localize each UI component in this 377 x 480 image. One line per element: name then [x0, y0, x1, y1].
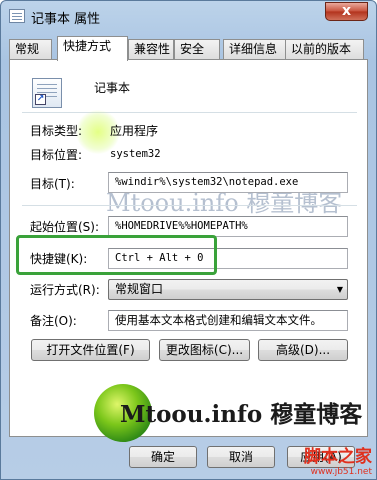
close-button[interactable]: x: [325, 2, 368, 21]
target-location-label: 目标位置:: [30, 148, 83, 162]
title-bar[interactable]: 记事本 属性 x: [1, 1, 376, 31]
target-type-value: 应用程序: [110, 124, 159, 138]
tab-previous-versions[interactable]: 以前的版本: [285, 39, 364, 60]
shortcut-key-input[interactable]: Ctrl + Alt + 0: [108, 248, 348, 269]
open-file-location-button[interactable]: 打开文件位置(F): [31, 339, 150, 361]
site-watermark: 脚本之家 www.jb51.net: [304, 442, 372, 477]
tab-general[interactable]: 常规: [9, 39, 52, 60]
tab-shortcut[interactable]: 快捷方式: [57, 36, 128, 61]
watermark-logo: Mtoou.info 穆童博客: [94, 384, 362, 442]
tab-security[interactable]: 安全: [174, 39, 220, 60]
site-name: 脚本之家: [304, 447, 372, 467]
shortcut-panel: ↗ 记事本 Mtoou.info 穆童博客 目标类型: 应用程序 目标位置: s…: [9, 59, 368, 437]
window-title: 记事本 属性: [31, 12, 101, 27]
change-icon-button[interactable]: 更改图标(C)...: [159, 339, 250, 361]
properties-window: 记事本 属性 x 常规 快捷方式 兼容性 安全 详细信息 以前的版本 ↗ 记事本…: [0, 0, 377, 480]
run-label: 运行方式(R):: [30, 283, 100, 297]
site-url: www.jb51.net: [310, 467, 372, 477]
tab-details[interactable]: 详细信息: [223, 39, 287, 60]
cancel-button[interactable]: 取消: [207, 446, 275, 468]
divider: [22, 205, 357, 206]
run-select[interactable]: 常规窗口 ▼: [108, 279, 348, 300]
shortcut-arrow-icon: ↗: [35, 94, 46, 105]
notepad-icon: [9, 9, 25, 23]
run-select-value: 常规窗口: [115, 282, 164, 296]
comment-input[interactable]: 使用基本文本格式创建和编辑文本文件。: [108, 310, 348, 331]
divider: [22, 112, 357, 113]
start-in-label: 起始位置(S):: [30, 220, 100, 234]
target-type-label: 目标类型:: [30, 124, 83, 138]
target-location-value: system32: [110, 148, 161, 160]
tab-compatibility[interactable]: 兼容性: [128, 39, 174, 60]
start-in-input[interactable]: %HOMEDRIVE%%HOMEPATH%: [108, 216, 348, 237]
target-input[interactable]: %windir%\system32\notepad.exe: [108, 172, 348, 193]
comment-label: 备注(O):: [30, 314, 77, 328]
target-label: 目标(T):: [30, 177, 75, 191]
advanced-button[interactable]: 高级(D)...: [258, 339, 348, 361]
watermark-logo-text: Mtoou.info 穆童博客: [120, 401, 363, 428]
ok-button[interactable]: 确定: [129, 446, 197, 468]
notepad-shortcut-icon: ↗: [32, 78, 62, 108]
app-name: 记事本: [94, 81, 131, 95]
shortcut-key-label: 快捷键(K):: [30, 252, 88, 266]
chevron-down-icon: ▼: [336, 285, 343, 294]
